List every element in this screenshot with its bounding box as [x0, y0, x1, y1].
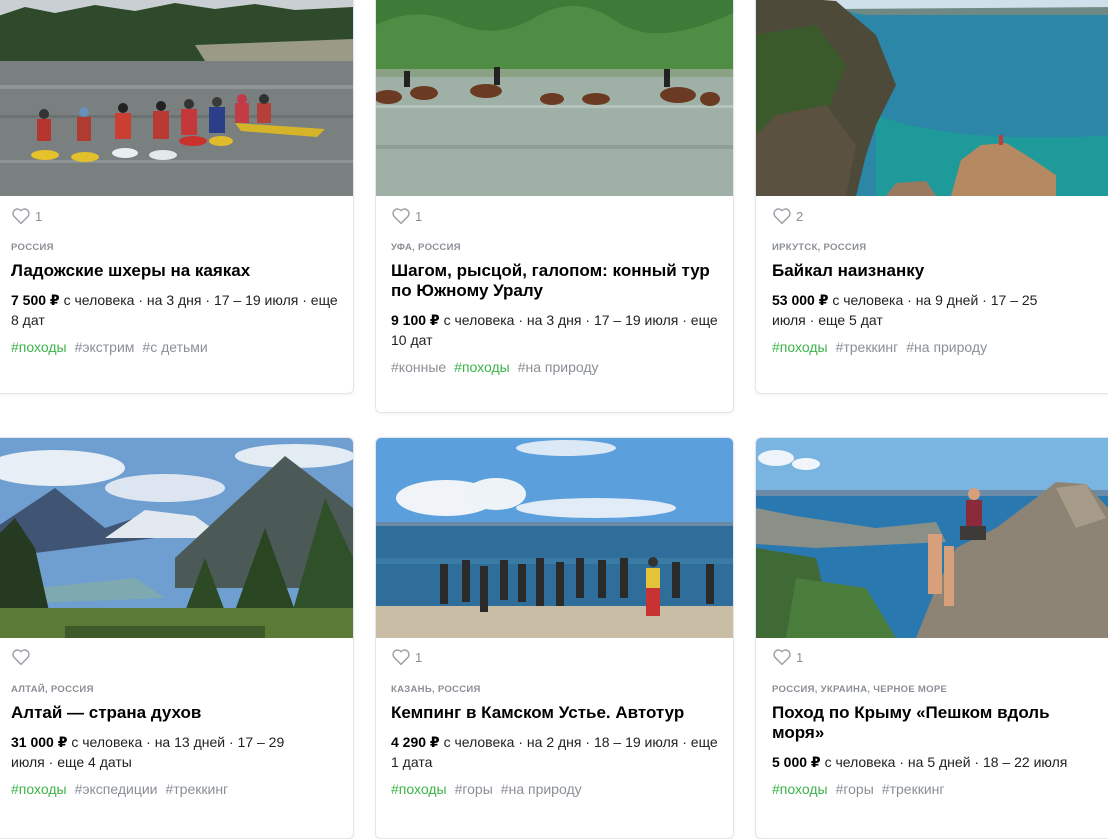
tour-photo-crimea[interactable] [756, 438, 1108, 638]
likes[interactable]: 1 [391, 207, 422, 225]
tag[interactable]: #на природу [501, 781, 582, 797]
tour-title[interactable]: Шагом, рысцой, галопом: конный тур по Юж… [391, 261, 721, 301]
tag[interactable]: #треккинг [882, 781, 945, 797]
likes-count: 1 [796, 649, 804, 665]
tour-info: 53 000 ₽ с человека · на 9 дней · 17 – 2… [772, 292, 1038, 328]
tour-title[interactable]: Кемпинг в Камском Устье. Автотур [391, 703, 721, 723]
tour-price: 31 000 ₽ [11, 734, 68, 750]
tour-title[interactable]: Алтай — страна духов [11, 703, 341, 723]
tour-photo-horses[interactable] [376, 0, 733, 196]
likes-count: 1 [415, 649, 423, 665]
tag[interactable]: #экспедиции [75, 781, 158, 797]
tag[interactable]: #горы [836, 781, 874, 797]
likes[interactable]: 1 [11, 207, 42, 225]
tour-dates: 17 – 19 июля [593, 312, 679, 328]
likes[interactable]: 2 [772, 207, 803, 225]
tour-photo-kayaks[interactable] [0, 0, 353, 196]
tour-title[interactable]: Поход по Крыму «Пешком вдоль моря» [772, 703, 1076, 743]
tour-price: 4 290 ₽ [391, 734, 440, 750]
likes-count: 1 [415, 208, 423, 224]
tour-info: 4 290 ₽ с человека · на 2 дня · 18 – 19 … [391, 734, 718, 770]
likes[interactable] [11, 648, 35, 666]
tour-location: УФА, РОССИЯ [391, 242, 461, 253]
tag[interactable]: #походы [11, 339, 67, 355]
tour-title[interactable]: Ладожские шхеры на каяках [11, 261, 341, 281]
tour-card-ladoga[interactable]: 1 РОССИЯ Ладожские шхеры на каяках 7 500… [0, 0, 354, 394]
tour-info: 31 000 ₽ с человека · на 13 дней · 17 – … [11, 734, 285, 770]
tour-tags: #походы #горы #на природу [391, 781, 723, 797]
tour-more-dates: еще 5 дат [818, 312, 883, 328]
tour-price: 5 000 ₽ [772, 754, 821, 770]
tag[interactable]: #походы [772, 781, 828, 797]
tag[interactable]: #на природу [906, 339, 987, 355]
tour-photo-baikal[interactable] [756, 0, 1108, 196]
tour-card-altai[interactable]: АЛТАЙ, РОССИЯ Алтай — страна духов 31 00… [0, 437, 354, 839]
tour-duration: на 13 дней [154, 734, 226, 750]
tour-duration: на 2 дня [526, 734, 582, 750]
tour-duration: на 3 дня [146, 292, 202, 308]
tour-tags: #походы #экспедиции #треккинг [11, 781, 343, 797]
tag[interactable]: #на природу [518, 359, 599, 375]
likes[interactable]: 1 [772, 648, 803, 666]
tour-dates: 17 – 19 июля [213, 292, 299, 308]
heart-icon[interactable] [11, 648, 31, 666]
tour-tags: #походы #треккинг #на природу [772, 339, 1106, 355]
tour-photo-altai[interactable] [0, 438, 353, 638]
tour-duration: на 9 дней [915, 292, 979, 308]
tag[interactable]: #треккинг [165, 781, 228, 797]
tag[interactable]: #походы [454, 359, 510, 375]
tour-info: 9 100 ₽ с человека · на 3 дня · 17 – 19 … [391, 312, 718, 348]
tour-location: ИРКУТСК, РОССИЯ [772, 242, 867, 253]
tour-info: 7 500 ₽ с человека · на 3 дня · 17 – 19 … [11, 292, 338, 328]
tour-tags: #конные #походы #на природу [391, 359, 723, 375]
tag[interactable]: #походы [11, 781, 67, 797]
tag[interactable]: #горы [455, 781, 493, 797]
tour-card-crimea[interactable]: 1 РОССИЯ, УКРАИНА, ЧЕРНОЕ МОРЕ Поход по … [755, 437, 1108, 839]
heart-icon[interactable] [11, 207, 31, 225]
tour-info: 5 000 ₽ с человека · на 5 дней · 18 – 22… [772, 754, 1068, 770]
heart-icon[interactable] [391, 648, 411, 666]
tour-duration: на 3 дня [526, 312, 582, 328]
tour-price: 9 100 ₽ [391, 312, 440, 328]
tour-photo-camping[interactable] [376, 438, 733, 638]
heart-icon[interactable] [772, 648, 792, 666]
heart-icon[interactable] [391, 207, 411, 225]
tag[interactable]: #с детьми [142, 339, 207, 355]
tag[interactable]: #треккинг [836, 339, 899, 355]
tour-tags: #походы #горы #треккинг [772, 781, 1106, 797]
tour-location: АЛТАЙ, РОССИЯ [11, 684, 94, 695]
tour-more-dates: еще 4 даты [57, 754, 132, 770]
tour-price: 7 500 ₽ [11, 292, 60, 308]
tour-tags: #походы #экстрим #с детьми [11, 339, 343, 355]
tour-card-kama[interactable]: 1 КАЗАНЬ, РОССИЯ Кемпинг в Камском Устье… [375, 437, 734, 839]
tour-card-baikal[interactable]: 2 ИРКУТСК, РОССИЯ Байкал наизнанку 53 00… [755, 0, 1108, 394]
heart-icon[interactable] [772, 207, 792, 225]
tour-location: КАЗАНЬ, РОССИЯ [391, 684, 481, 695]
tour-duration: на 5 дней [907, 754, 971, 770]
likes[interactable]: 1 [391, 648, 422, 666]
tag[interactable]: #конные [391, 359, 446, 375]
tour-dates: 18 – 19 июля [593, 734, 679, 750]
tag[interactable]: #экстрим [75, 339, 135, 355]
tour-card-ural[interactable]: 1 УФА, РОССИЯ Шагом, рысцой, галопом: ко… [375, 0, 734, 413]
tag[interactable]: #походы [772, 339, 828, 355]
tour-title[interactable]: Байкал наизнанку [772, 261, 1104, 281]
tag[interactable]: #походы [391, 781, 447, 797]
likes-count: 2 [796, 208, 804, 224]
likes-count: 1 [35, 208, 43, 224]
tour-price: 53 000 ₽ [772, 292, 829, 308]
tour-location: РОССИЯ [11, 242, 54, 253]
tour-dates: 18 – 22 июля [982, 754, 1068, 770]
tour-location: РОССИЯ, УКРАИНА, ЧЕРНОЕ МОРЕ [772, 684, 948, 695]
